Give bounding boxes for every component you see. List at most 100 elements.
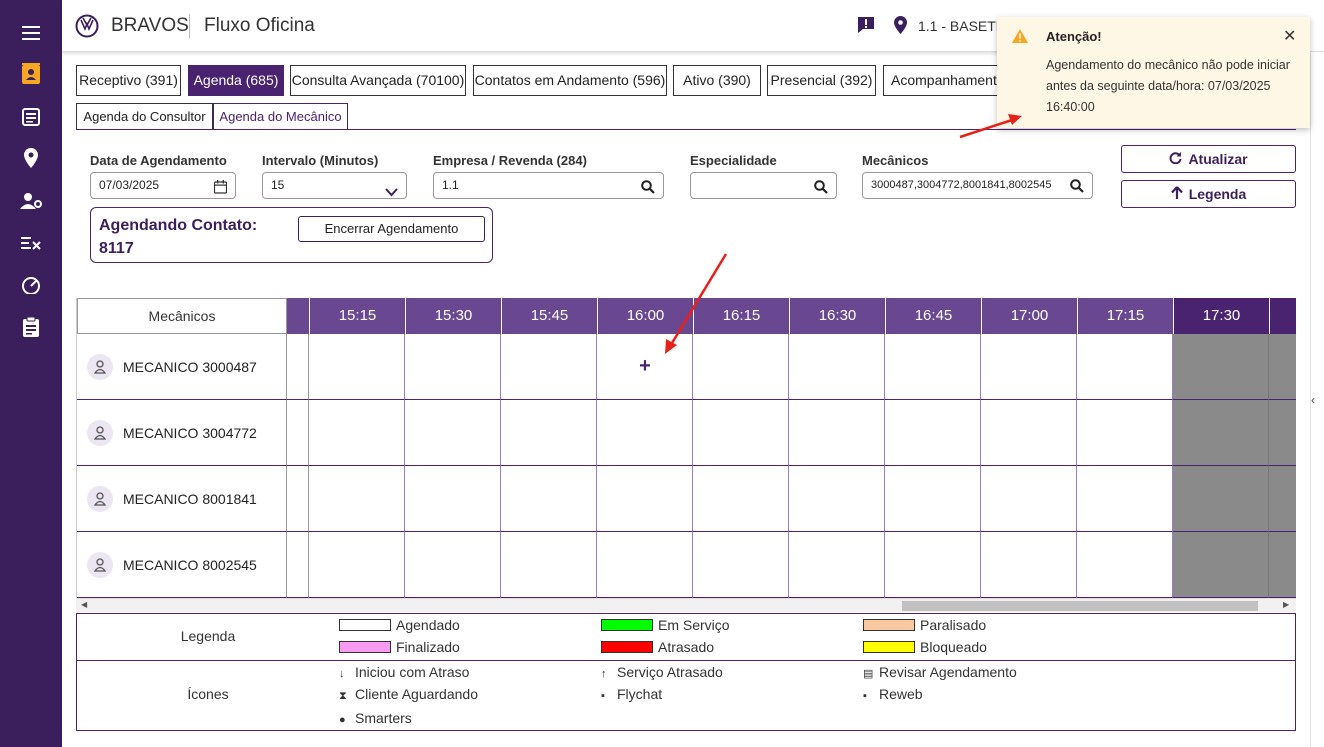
subtab-agenda-consultor[interactable]: Agenda do Consultor	[76, 103, 213, 130]
time-slot[interactable]	[981, 400, 1077, 466]
subtab-agenda-mecanico[interactable]: Agenda do Mecânico	[213, 103, 348, 130]
search-icon[interactable]	[1070, 178, 1084, 203]
time-slot[interactable]	[885, 400, 981, 466]
tab-agenda[interactable]: Agenda (685)	[188, 65, 284, 96]
mechanic-name: MECANICO 3004772	[123, 424, 257, 441]
scrollbar-thumb[interactable]	[902, 601, 1258, 611]
mechanics-column-header: Mecânicos	[77, 298, 287, 334]
legend-label: Finalizado	[396, 639, 460, 655]
time-header: 15:45	[501, 298, 597, 334]
icon-legend-label: Iniciou com Atraso	[355, 664, 470, 680]
search-icon[interactable]	[814, 178, 828, 203]
speedometer-icon[interactable]	[19, 273, 43, 297]
legend-label: Paralisado	[920, 617, 987, 633]
mechanics-value: 3000487,3004772,8001841,8002545	[871, 179, 1052, 191]
tab-acompanhamento[interactable]: Acompanhamento	[883, 65, 1003, 96]
menu-icon[interactable]	[19, 21, 43, 45]
tab-consulta-avancada[interactable]: Consulta Avançada (70100)	[290, 65, 466, 96]
time-slot[interactable]	[693, 532, 789, 598]
time-slot[interactable]	[405, 400, 501, 466]
time-slot[interactable]	[1077, 400, 1173, 466]
location-pin-icon[interactable]	[19, 146, 43, 170]
arrow-up-icon	[1170, 186, 1183, 202]
legend-item: Paralisado	[863, 617, 986, 633]
late-start-icon: ↓	[339, 668, 345, 680]
time-slot[interactable]	[789, 400, 885, 466]
time-slot[interactable]	[789, 334, 885, 400]
header-spacer	[287, 298, 309, 334]
time-slot[interactable]	[981, 334, 1077, 400]
time-slot[interactable]: +	[597, 334, 693, 400]
time-header: 17:15	[1077, 298, 1173, 334]
refresh-button[interactable]: Atualizar	[1121, 145, 1296, 173]
clipboard-icon[interactable]	[19, 315, 43, 339]
time-slot[interactable]	[789, 466, 885, 532]
mechanic-name: MECANICO 3000487	[123, 358, 257, 375]
time-slot[interactable]	[597, 466, 693, 532]
time-slot[interactable]	[309, 532, 405, 598]
time-slot[interactable]	[501, 532, 597, 598]
mechanics-field[interactable]: 3000487,3004772,8001841,8002545	[862, 172, 1093, 199]
scroll-right-icon[interactable]: ▶	[1283, 600, 1289, 609]
close-icon[interactable]: ✕	[1283, 26, 1296, 46]
company-field[interactable]: 1.1	[433, 172, 664, 199]
legend-item: Em Serviço	[601, 617, 730, 633]
user-settings-icon[interactable]	[19, 189, 43, 213]
calendar-icon[interactable]	[213, 178, 228, 203]
time-slot[interactable]	[693, 466, 789, 532]
specialty-field[interactable]	[690, 172, 837, 199]
time-slot[interactable]	[309, 466, 405, 532]
tab-contatos-em-andamento[interactable]: Contatos em Andamento (596)	[473, 65, 667, 96]
time-slot[interactable]	[1077, 532, 1173, 598]
time-header: 16:00	[597, 298, 693, 334]
time-slot[interactable]	[885, 532, 981, 598]
time-slot[interactable]	[501, 334, 597, 400]
time-slot[interactable]	[789, 532, 885, 598]
end-scheduling-button[interactable]: Encerrar Agendamento	[298, 216, 485, 242]
time-slot[interactable]	[885, 334, 981, 400]
contact-book-icon[interactable]	[19, 62, 43, 86]
toast-message: Agendamento do mecânico não pode iniciar…	[1046, 58, 1290, 114]
time-slot[interactable]	[309, 400, 405, 466]
tab-receptivo[interactable]: Receptivo (391)	[76, 65, 181, 96]
color-swatch	[339, 641, 391, 653]
search-icon[interactable]	[641, 178, 655, 203]
color-swatch	[863, 619, 915, 631]
user-avatar-icon	[87, 485, 113, 512]
tab-presencial[interactable]: Presencial (392)	[767, 65, 876, 96]
time-slot[interactable]	[405, 334, 501, 400]
interval-select[interactable]: 15	[262, 172, 407, 199]
checklist-icon[interactable]	[19, 231, 43, 255]
time-slot[interactable]	[1077, 466, 1173, 532]
location-pin-icon[interactable]	[894, 16, 907, 39]
time-slot[interactable]	[501, 466, 597, 532]
tab-ativo[interactable]: Ativo (390)	[673, 65, 761, 96]
time-slot[interactable]	[597, 532, 693, 598]
list-icon[interactable]	[19, 105, 43, 129]
module-title: Fluxo Oficina	[204, 15, 315, 36]
legend-button[interactable]: Legenda	[1121, 180, 1296, 208]
time-slot[interactable]	[693, 334, 789, 400]
icon-legend-item: ▤ Revisar Agendamento	[863, 664, 1017, 680]
time-slot[interactable]	[981, 532, 1077, 598]
time-slot[interactable]	[597, 400, 693, 466]
collapse-panel-icon[interactable]: ‹	[1311, 393, 1315, 407]
time-slot[interactable]	[885, 466, 981, 532]
time-slot[interactable]	[693, 400, 789, 466]
icon-legend-item: ↑ Serviço Atrasado	[601, 664, 723, 680]
horizontal-scrollbar[interactable]: ◀ ▶	[76, 598, 1296, 612]
time-slot[interactable]	[501, 400, 597, 466]
time-slot[interactable]	[309, 334, 405, 400]
icon-legend-item: ● Smarters	[339, 710, 412, 726]
add-appointment-button[interactable]: +	[597, 356, 693, 376]
legend-item: Bloqueado	[863, 639, 987, 655]
row-spacer	[287, 400, 309, 466]
time-slot[interactable]	[981, 466, 1077, 532]
time-slot[interactable]	[1077, 334, 1173, 400]
scroll-left-icon[interactable]: ◀	[81, 600, 87, 609]
chat-alert-icon[interactable]	[857, 16, 875, 39]
time-slot[interactable]	[405, 532, 501, 598]
legend-label: Legenda	[1188, 186, 1247, 202]
date-field[interactable]: 07/03/2025	[90, 172, 236, 199]
time-slot[interactable]	[405, 466, 501, 532]
